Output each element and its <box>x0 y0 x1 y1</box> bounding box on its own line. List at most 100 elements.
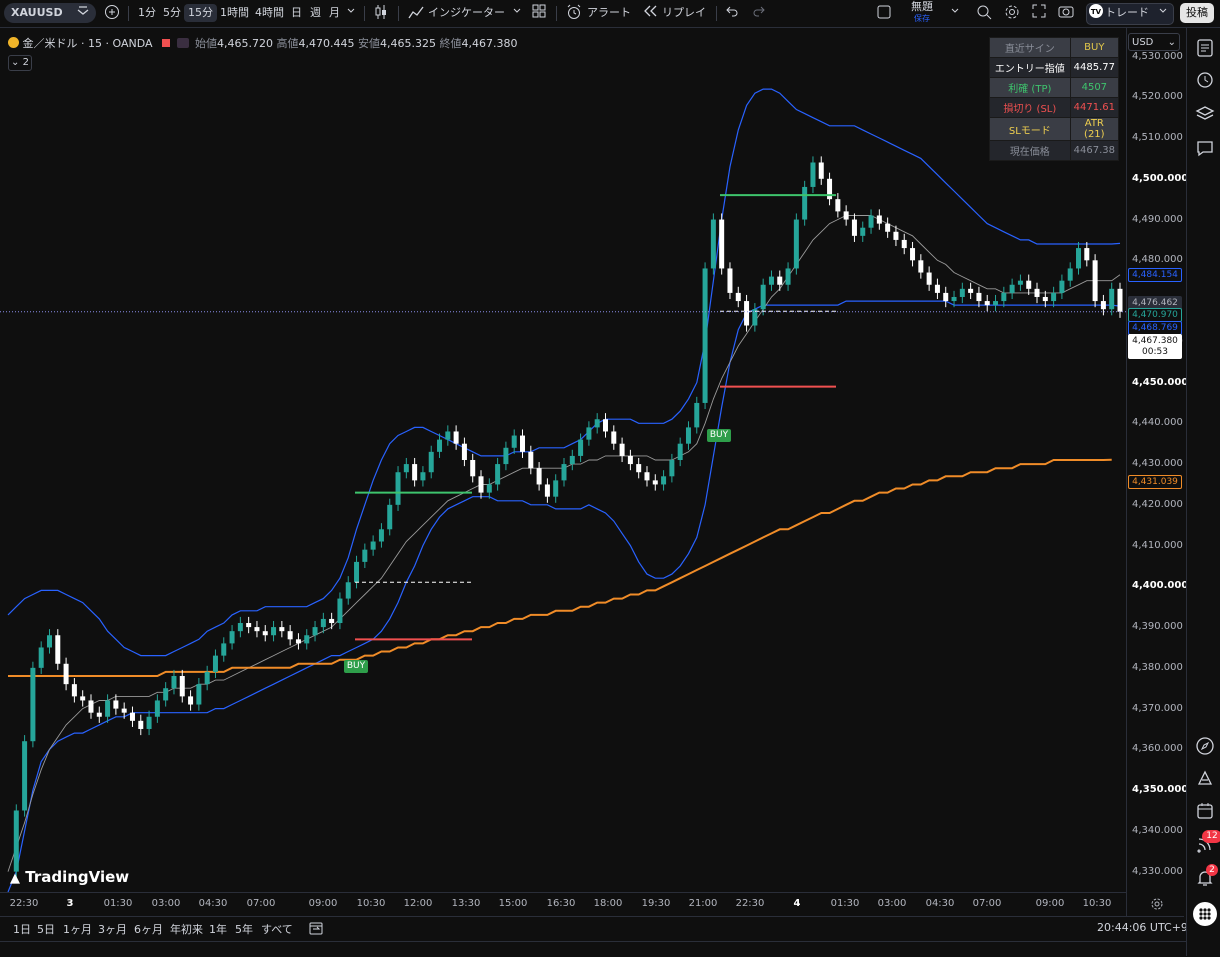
range-button[interactable]: 6ヶ月 <box>134 921 163 937</box>
timeframe-day[interactable]: 日 <box>287 4 306 22</box>
layers-icon[interactable] <box>1195 104 1215 124</box>
indicators-dropdown-icon[interactable] <box>512 4 522 22</box>
signal-value: 4507 <box>1069 77 1120 98</box>
candle-body <box>478 476 484 493</box>
range-button[interactable]: 年初来 <box>170 921 203 937</box>
time-axis[interactable]: 22:30 3 01:30 03:00 04:30 07:00 09:00 10:30 12:0… <box>0 892 1126 917</box>
candle-body <box>661 476 667 485</box>
replay-button[interactable]: リプレイ <box>662 4 706 22</box>
timeframe-5m[interactable]: 5分 <box>159 4 185 22</box>
signal-key: 利確 (TP) <box>989 77 1071 98</box>
symbol-menu-icon[interactable] <box>76 4 90 22</box>
candle-body <box>337 598 343 624</box>
compare-add-icon[interactable] <box>104 4 120 22</box>
snapshot-camera-icon[interactable] <box>1058 4 1074 22</box>
top-toolbar: XAUUSD 1分 5分 15分 1時間 4時間 日 週 月 インジケーター ア… <box>0 0 1220 28</box>
candle-body <box>802 186 808 220</box>
templates-grid-icon[interactable] <box>532 4 546 22</box>
clock-timezone[interactable]: 20:44:06 UTC+9 <box>1097 921 1188 934</box>
symbol-label[interactable]: XAUUSD <box>11 4 63 22</box>
fullscreen-icon[interactable] <box>1032 4 1046 22</box>
tradingview-logo[interactable]: ▲ TradingView <box>10 868 129 886</box>
candle-body <box>329 618 335 624</box>
open-value: 4,465.720 <box>217 37 273 50</box>
indicators-collapse-button[interactable]: ⌄ 2 <box>8 55 32 71</box>
timeframe-dropdown-icon[interactable] <box>346 4 356 22</box>
range-button[interactable]: 3ヶ月 <box>98 921 127 937</box>
candle-body <box>63 663 69 685</box>
candle-body <box>652 480 658 485</box>
undo-icon[interactable] <box>725 4 739 22</box>
replay-icon[interactable] <box>642 4 658 22</box>
layout-checkbox-icon[interactable] <box>876 4 892 22</box>
candle-body <box>818 162 824 179</box>
candle-body <box>229 631 235 644</box>
indicators-icon[interactable] <box>408 4 424 22</box>
currency-selector[interactable]: USD ⌄ <box>1128 33 1180 51</box>
tv-logo-icon: ▲ <box>10 871 20 886</box>
chat-icon[interactable] <box>1195 138 1215 158</box>
bollinger-upper-line <box>7 88 1121 657</box>
goto-date-icon[interactable] <box>309 921 323 938</box>
signals-icon[interactable] <box>1195 768 1215 788</box>
price-tick-label: 4,440.000 <box>1132 417 1183 429</box>
range-button[interactable]: 1年 <box>209 921 227 937</box>
quick-search-icon[interactable] <box>976 4 992 22</box>
chart-pane[interactable] <box>0 28 1184 916</box>
candle-body <box>885 223 891 232</box>
trade-dropdown-icon[interactable] <box>1158 4 1168 22</box>
candle-body <box>1067 268 1073 281</box>
candle-body <box>768 276 774 285</box>
price-chart[interactable] <box>0 28 1126 892</box>
alert-button[interactable]: アラート <box>587 4 631 22</box>
candle-body <box>528 451 534 469</box>
collapse-chevron-icon: ⌄ <box>11 57 20 68</box>
candle-type-icon[interactable] <box>374 4 388 22</box>
post-button[interactable]: 投稿 <box>1180 3 1214 23</box>
trade-label[interactable]: トレード <box>1105 4 1149 22</box>
alerts-clock-icon[interactable] <box>1195 70 1215 90</box>
timeframe-1m[interactable]: 1分 <box>134 4 160 22</box>
range-button[interactable]: 1ヶ月 <box>63 921 92 937</box>
time-tick-label: 01:30 <box>830 898 860 909</box>
price-tick-label: 4,530.000 <box>1132 50 1183 62</box>
layout-name[interactable]: 無題 <box>911 1 933 13</box>
settings-gear-icon[interactable] <box>1004 4 1020 22</box>
candle-body <box>461 443 467 460</box>
market-status-icon[interactable] <box>162 39 170 47</box>
candle-body <box>154 700 160 717</box>
time-axis-settings-icon[interactable] <box>1150 896 1164 915</box>
signal-row: 損切り (SL) 4471.61 <box>989 97 1120 118</box>
buy-signal-label: BUY <box>707 429 731 442</box>
calendar-icon[interactable] <box>1195 801 1215 821</box>
price-tick-label: 4,380.000 <box>1132 661 1183 673</box>
layout-dropdown-icon[interactable] <box>950 4 960 22</box>
range-button[interactable]: すべて <box>261 921 293 937</box>
range-button[interactable]: 5年 <box>235 921 253 937</box>
watchlist-icon[interactable] <box>1195 38 1215 58</box>
candle-body <box>926 272 932 285</box>
symbol-title[interactable]: 金／米ドル · 15 · OANDA <box>23 37 153 50</box>
timeframe-1h[interactable]: 1時間 <box>216 4 253 22</box>
candle-body <box>868 215 874 228</box>
timeframe-week[interactable]: 週 <box>306 4 325 22</box>
indicators-button[interactable]: インジケーター <box>428 4 505 22</box>
candle-body <box>503 447 509 465</box>
open-label: 始値 <box>195 37 217 50</box>
layout-save-label[interactable]: 保存 <box>914 14 930 24</box>
timeframe-15m[interactable]: 15分 <box>184 4 217 22</box>
candle-body <box>835 199 841 212</box>
indicator-toggle-icon[interactable] <box>176 38 189 48</box>
apps-grid-button[interactable] <box>1193 902 1217 926</box>
timeframe-month[interactable]: 月 <box>325 4 344 22</box>
redo-icon[interactable] <box>752 4 766 22</box>
bar-countdown-tag: 00:53 <box>1128 345 1182 359</box>
range-button[interactable]: 5日 <box>37 921 55 937</box>
ideas-compass-icon[interactable] <box>1195 736 1215 756</box>
timeframe-4h[interactable]: 4時間 <box>251 4 288 22</box>
range-button[interactable]: 1日 <box>13 921 31 937</box>
price-scale[interactable] <box>1126 28 1185 916</box>
alert-clock-icon[interactable] <box>566 4 582 22</box>
news-badge: 12 <box>1202 830 1220 843</box>
candle-body <box>602 419 608 432</box>
